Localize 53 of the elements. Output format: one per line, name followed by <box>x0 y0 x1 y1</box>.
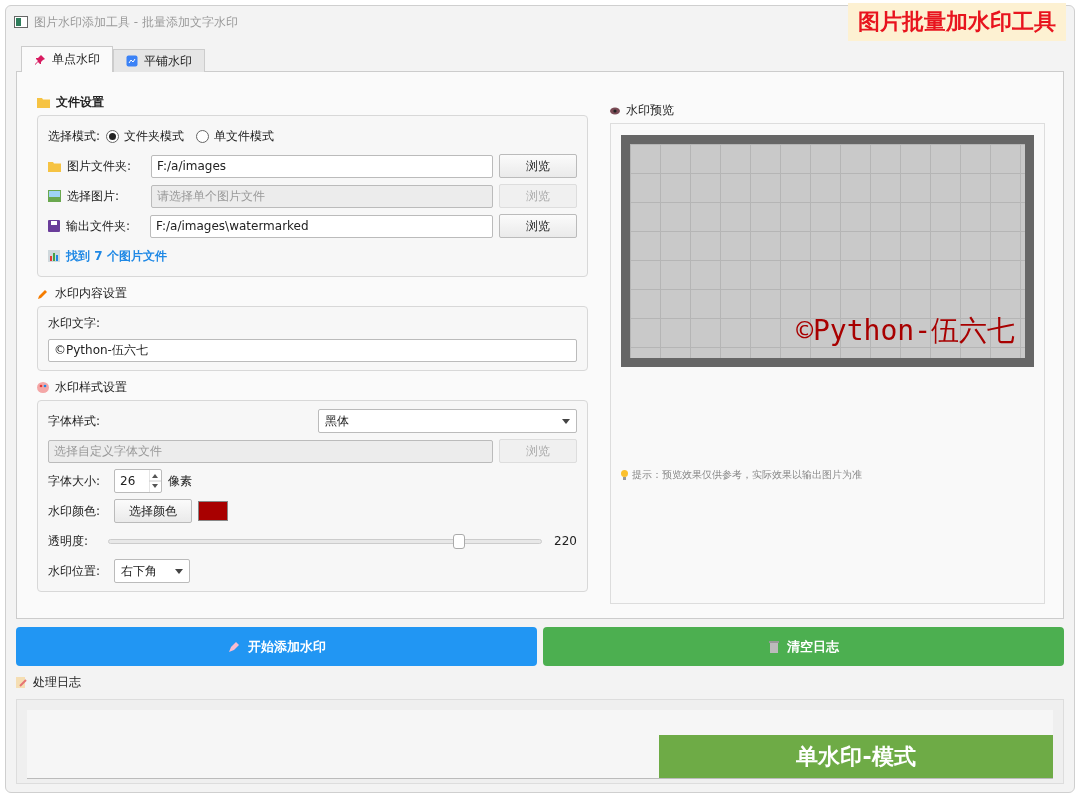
tab[interactable]: 单点水印 <box>21 46 113 72</box>
field-label: 图片文件夹: <box>67 157 133 175</box>
mode-banner: 单水印-模式 <box>659 735 1053 778</box>
trash-icon <box>768 640 779 653</box>
field-label: 水印位置: <box>48 562 102 580</box>
choose-color-button[interactable]: 选择颜色 <box>114 499 192 523</box>
path-field[interactable]: F:/a/images <box>151 154 493 178</box>
watermark-text: ©Python-伍六七 <box>796 313 1015 349</box>
browse-button[interactable]: 浏览 <box>499 214 577 238</box>
watermark-text-field[interactable]: ©Python-伍六七 <box>48 338 577 362</box>
image-icon <box>48 190 61 202</box>
path-field[interactable]: F:/a/images\watermarked <box>150 214 493 238</box>
pin-icon <box>34 53 46 66</box>
image-icon <box>126 55 138 67</box>
banner-title: 图片批量加水印工具 <box>848 3 1066 41</box>
caret-icon <box>175 568 183 574</box>
slider-handle[interactable] <box>453 533 465 549</box>
folder-icon <box>48 160 61 172</box>
group-title: 处理日志 <box>33 674 81 691</box>
lightbulb-icon <box>621 470 628 480</box>
eye-icon <box>610 106 620 115</box>
group-title: 水印预览 <box>626 102 674 119</box>
tab[interactable]: 平铺水印 <box>113 49 205 72</box>
chart-icon <box>48 250 60 262</box>
group-title: 水印样式设置 <box>55 379 127 396</box>
notepad-icon <box>16 677 27 688</box>
folder-icon <box>37 97 50 108</box>
field-label: 水印文字: <box>48 315 102 332</box>
font-dropdown[interactable]: 黑体 <box>318 409 577 433</box>
field-label: 输出文件夹: <box>66 217 132 235</box>
group-title: 文件设置 <box>56 94 104 111</box>
spin-arrows-icon[interactable] <box>149 470 161 492</box>
browse-button[interactable]: 浏览 <box>499 154 577 178</box>
font-size-spinbox[interactable]: 26 <box>114 469 162 493</box>
field-label: 水印颜色: <box>48 502 102 520</box>
palette-icon <box>37 382 49 393</box>
field-label: 选择模式: <box>48 127 101 145</box>
opacity-value: 220 <box>554 534 577 548</box>
position-dropdown[interactable]: 右下角 <box>114 559 190 583</box>
group-title: 水印内容设置 <box>55 285 127 302</box>
pencil-icon <box>37 287 49 300</box>
field-label: 选择图片: <box>67 187 121 205</box>
field-label: 字体大小: <box>48 472 102 490</box>
window-title: 图片水印添加工具 - 批量添加文字水印 <box>34 13 238 31</box>
found-count: 找到 7 个图片文件 <box>66 247 167 265</box>
app-icon <box>14 16 28 28</box>
unit-label: 像素 <box>168 472 192 490</box>
caret-icon <box>562 418 570 424</box>
field-label: 字体样式: <box>48 412 102 430</box>
radio-option[interactable]: 文件夹模式 <box>106 127 185 145</box>
hint-text: 提示：预览效果仅供参考，实际效果以输出图片为准 <box>632 468 862 482</box>
radio-option[interactable]: 单文件模式 <box>196 127 275 145</box>
field-label: 透明度: <box>48 532 90 550</box>
